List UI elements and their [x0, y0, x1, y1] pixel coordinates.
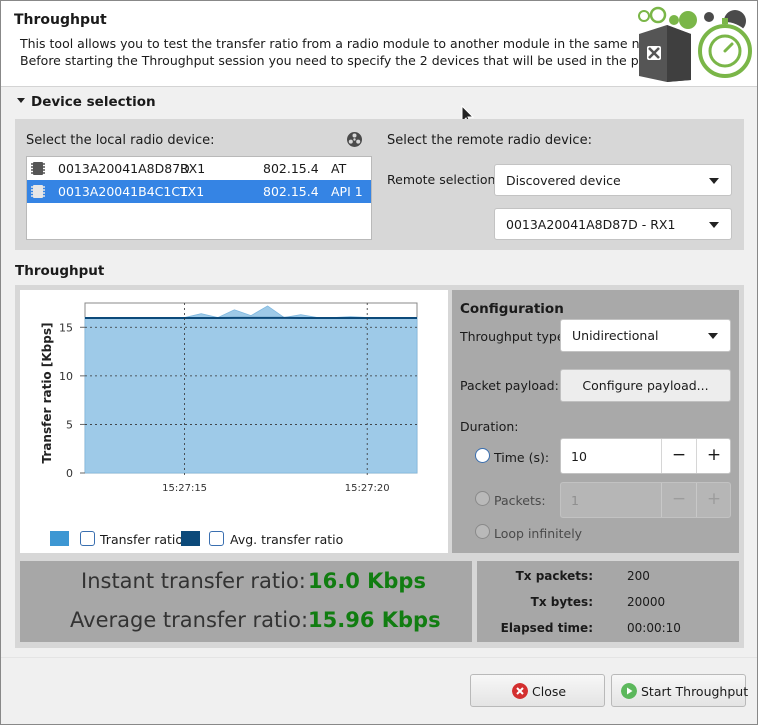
- y-tick-label: 15: [59, 321, 73, 334]
- expand-caret-icon: [17, 97, 25, 103]
- packets-increment-button[interactable]: +: [696, 483, 731, 517]
- throughput-type-dropdown[interactable]: Unidirectional: [560, 319, 731, 352]
- throughput-section-title: Throughput: [15, 263, 105, 279]
- device-protocol: 802.15.4: [263, 161, 319, 176]
- device-selection-panel: Select the local radio device: 0013A2004…: [15, 119, 744, 250]
- close-button-label: Close: [532, 684, 567, 699]
- start-throughput-button[interactable]: Start Throughput: [611, 674, 749, 707]
- throughput-chart: 0 5 10 15 15:27:15 15:27:20 Transfer ratio [Kb…: [20, 290, 448, 553]
- device-selection-title: Device selection: [31, 94, 156, 110]
- header-description-line-1: This tool allows you to test the transfe…: [20, 36, 687, 51]
- y-tick-label: 0: [66, 467, 73, 480]
- avg-transfer-ratio-legend-label: Avg. transfer ratio: [230, 532, 344, 547]
- y-tick-label: 10: [59, 370, 73, 383]
- y-axis-label: Transfer ratio [Kbps]: [40, 323, 54, 464]
- avg-transfer-ratio-checkbox[interactable]: [209, 531, 224, 546]
- device-address: 0013A20041A8D87D: [58, 161, 190, 176]
- footer-divider: [1, 657, 757, 658]
- remote-device-label: Select the remote radio device:: [387, 133, 592, 148]
- header-description-line-2: Before starting the Throughput session y…: [20, 53, 683, 68]
- chart-legend: Transfer ratio Avg. transfer ratio: [20, 526, 448, 550]
- radio-module-icon: [31, 185, 45, 198]
- remote-selection-label: Remote selection:: [387, 172, 500, 187]
- tx-stats: Tx packets: 200 Tx bytes: 20000 Elapsed …: [477, 561, 739, 642]
- x-tick-label: 15:27:15: [162, 483, 207, 494]
- start-throughput-label: Start Throughput: [641, 684, 749, 699]
- tx-bytes-value: 20000: [627, 595, 666, 609]
- average-transfer-ratio-value: 15.96 Kbps: [308, 608, 441, 632]
- transfer-ratio-legend-label: Transfer ratio: [100, 532, 184, 547]
- packets-radio[interactable]: [475, 491, 490, 506]
- average-transfer-ratio-label: Average transfer ratio:: [70, 608, 309, 632]
- configuration-title: Configuration: [460, 301, 564, 317]
- local-device-label: Select the local radio device:: [26, 133, 215, 148]
- time-increment-button[interactable]: +: [696, 439, 731, 473]
- tx-packets-value: 200: [627, 569, 650, 583]
- remote-selection-dropdown[interactable]: Discovered device: [494, 164, 732, 196]
- transfer-ratio-swatch: [50, 531, 69, 546]
- x-tick-label: 15:27:20: [345, 483, 390, 494]
- time-radio[interactable]: [475, 448, 490, 463]
- instant-transfer-ratio-label: Instant transfer ratio:: [81, 569, 306, 593]
- elapsed-time-label: Elapsed time:: [500, 621, 593, 635]
- time-label: Time (s):: [494, 450, 550, 465]
- header-title: Throughput: [14, 12, 107, 28]
- discover-devices-icon[interactable]: [346, 131, 363, 148]
- header: Throughput This tool allows you to test …: [1, 1, 757, 87]
- device-row-tx1[interactable]: 0013A20041B4C1C1 TX1 802.15.4 API 1: [27, 180, 371, 203]
- local-device-list[interactable]: 0013A20041A8D87D RX1 802.15.4 AT 0013A20…: [26, 156, 372, 240]
- y-tick-label: 5: [66, 418, 73, 431]
- throughput-type-value: Unidirectional: [572, 328, 659, 343]
- chevron-down-icon: [709, 178, 719, 184]
- throughput-type-label: Throughput type:: [460, 329, 569, 344]
- chart-canvas: 0 5 10 15 15:27:15 15:27:20 Transfer ratio [Kb…: [40, 302, 418, 494]
- device-mode: AT: [331, 161, 347, 176]
- device-address: 0013A20041B4C1C1: [58, 184, 189, 199]
- transfer-ratio-checkbox[interactable]: [80, 531, 95, 546]
- device-mode: API 1: [331, 184, 363, 199]
- remote-device-dropdown[interactable]: 0013A20041A8D87D - RX1: [494, 208, 732, 240]
- packets-decrement-button[interactable]: −: [661, 483, 696, 517]
- packet-payload-label: Packet payload:: [460, 378, 559, 393]
- time-value: 10: [571, 449, 587, 464]
- tx-bytes-label: Tx bytes:: [530, 595, 593, 609]
- time-stepper[interactable]: 10 − +: [560, 438, 731, 474]
- instant-transfer-ratio-value: 16.0 Kbps: [308, 569, 426, 593]
- remote-selection-value: Discovered device: [506, 173, 621, 188]
- device-selection-toggle[interactable]: Device selection: [17, 94, 156, 110]
- device-name: TX1: [180, 184, 205, 199]
- chevron-down-icon: [708, 333, 718, 339]
- loop-radio[interactable]: [475, 524, 490, 539]
- device-protocol: 802.15.4: [263, 184, 319, 199]
- throughput-window: Throughput This tool allows you to test …: [0, 0, 758, 725]
- device-name: RX1: [180, 161, 206, 176]
- configuration-panel: Configuration Throughput type: Unidirect…: [452, 290, 739, 553]
- packets-value: 1: [571, 493, 579, 508]
- header-description: This tool allows you to test the transfe…: [20, 35, 686, 69]
- time-decrement-button[interactable]: −: [661, 439, 696, 473]
- close-icon: [512, 683, 528, 699]
- close-button[interactable]: Close: [470, 674, 605, 707]
- remote-device-value: 0013A20041A8D87D - RX1: [506, 217, 676, 232]
- transfer-ratio-stats: Instant transfer ratio: 16.0 Kbps Averag…: [20, 561, 472, 642]
- radio-module-icon: [31, 162, 45, 175]
- configure-payload-button[interactable]: Configure payload...: [560, 369, 731, 402]
- chevron-down-icon: [709, 222, 719, 228]
- avg-transfer-ratio-swatch: [181, 531, 200, 546]
- tx-packets-label: Tx packets:: [515, 569, 593, 583]
- loop-infinitely-label: Loop infinitely: [494, 526, 583, 541]
- toolbox-stopwatch-icon: [638, 6, 754, 82]
- packets-stepper[interactable]: 1 − +: [560, 482, 731, 518]
- duration-label: Duration:: [460, 419, 519, 434]
- throughput-panel: 0 5 10 15 15:27:15 15:27:20 Transfer ratio [Kb…: [15, 285, 744, 648]
- elapsed-time-value: 00:00:10: [627, 621, 681, 635]
- device-row-rx1[interactable]: 0013A20041A8D87D RX1 802.15.4 AT: [27, 157, 371, 180]
- play-icon: [621, 683, 637, 699]
- packets-label: Packets:: [494, 493, 546, 508]
